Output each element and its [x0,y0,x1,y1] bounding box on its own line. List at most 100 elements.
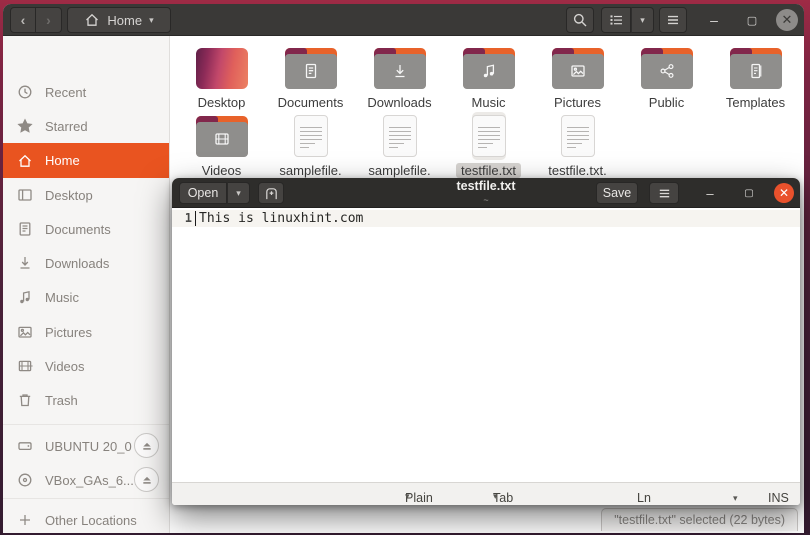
file-label: samplefile. [279,163,342,178]
close-icon: ✕ [781,12,793,27]
grid-row-2: Videos samplefile. samplefile. testfile.… [177,112,622,178]
editor-maximize-button[interactable]: ▢ [738,178,760,208]
folder-item-desktop[interactable]: Desktop [177,44,266,110]
sidebar-label: Videos [45,358,85,374]
sidebar-item-recent[interactable]: Recent [3,75,169,109]
music-glyph-icon [483,64,494,78]
folder-item-public[interactable]: Public [622,44,711,110]
view-dropdown-button[interactable]: ▾ [631,7,654,33]
sidebar-item-documents[interactable]: Documents [3,212,169,246]
file-label: Videos [201,163,242,178]
plus-icon [20,515,30,525]
file-item-samplefile-2[interactable]: samplefile. [355,112,444,178]
file-label: Documents [277,95,344,110]
eject-button[interactable] [134,433,159,458]
folder-item-downloads[interactable]: Downloads [355,44,444,110]
sidebar-item-starred[interactable]: Starred [3,109,169,143]
editor-menu-button[interactable] [649,182,679,204]
folder-icon [551,47,604,89]
music-note-icon [20,290,30,304]
folder-item-templates[interactable]: Templates [711,44,800,110]
list-view-button[interactable] [601,7,631,33]
sidebar-item-trash[interactable]: Trash [3,383,169,417]
language-caret-icon: ▾ [405,491,410,501]
folder-item-videos[interactable]: Videos [177,112,266,178]
folder-item-pictures[interactable]: Pictures [533,44,622,110]
file-label: Pictures [554,95,601,110]
share-glyph-icon [659,64,674,78]
sidebar-label: Starred [45,118,88,134]
back-button[interactable]: ‹ [10,7,36,33]
editor-text-area[interactable]: 1 This is linuxhint.com [172,208,800,482]
file-label: testfile.txt. [548,163,607,178]
trash-icon [19,394,31,407]
film-glyph-icon [214,133,229,145]
file-label: testfile.txt [456,163,521,178]
textfile-icon [382,115,417,157]
sidebar-label: Pictures [45,324,92,340]
back-icon: ‹ [20,12,26,28]
file-label: Public [648,95,685,110]
editor-minimize-button[interactable]: – [699,178,721,208]
forward-icon: › [46,12,51,28]
document-icon [19,222,31,236]
text-editor-window: Open ▾ testfile.txt ~ Save – ▢ ✕ 1 This … [172,178,800,505]
hamburger-icon [659,189,669,197]
sidebar-item-desktop[interactable]: Desktop [3,178,169,212]
file-label: Music [471,95,506,110]
file-item-testfile-selected[interactable]: testfile.txt [444,112,533,178]
open-caret-icon: ▾ [236,187,241,198]
new-tab-button[interactable] [258,182,284,204]
tab-width-label: Tab Width: 8 [493,491,514,505]
sidebar-label: Documents [45,221,111,237]
sidebar-item-drive-ubuntu[interactable]: UBUNTU 20_0 [3,429,169,463]
sidebar-item-disc-vbox[interactable]: VBox_GAs_6.... [3,463,169,497]
template-glyph-icon [750,63,761,79]
cursor-position-label: Ln 1, Col 1 [637,491,651,505]
folder-icon [195,115,248,157]
star-icon [17,118,33,133]
breadcrumb[interactable]: Home ▾ [67,7,171,33]
sidebar-label: UBUNTU 20_0 [45,438,132,454]
folder-icon [640,47,693,89]
file-item-samplefile-1[interactable]: samplefile. [266,112,355,178]
save-button[interactable]: Save [596,182,638,204]
folder-item-music[interactable]: Music [444,44,533,110]
sidebar-item-other-locations[interactable]: Other Locations [3,503,169,533]
files-menu-button[interactable] [659,7,687,33]
places-sidebar: Recent Starred Home Desktop Documents Do… [3,36,170,533]
document-glyph-icon [305,63,316,79]
folder-item-documents[interactable]: Documents [266,44,355,110]
editor-statusbar: Plain Text ▾ Tab Width: 8 ▾ Ln 1, Col 1 … [172,482,800,505]
file-item-testfile-2[interactable]: testfile.txt. [533,112,622,178]
clock-icon [18,85,32,99]
folder-icon [729,47,782,89]
eject-button[interactable] [134,467,159,492]
sidebar-item-pictures[interactable]: Pictures [3,315,169,349]
sidebar-item-downloads[interactable]: Downloads [3,246,169,280]
list-view-icon [610,15,622,25]
optical-disc-icon [18,473,32,487]
picture-icon [18,326,32,338]
minimize-icon: – [710,12,718,28]
view-options-group: ▾ [601,7,654,33]
editor-close-button[interactable]: ✕ [774,183,794,203]
line-number: 1 [184,211,192,225]
files-close-button[interactable]: ✕ [776,9,798,31]
sidebar-label: Other Locations [45,512,137,528]
breadcrumb-label: Home [107,12,143,28]
sidebar-item-music[interactable]: Music [3,280,169,314]
navigation-buttons: ‹ › [10,7,62,33]
open-label: Open [187,186,219,200]
editor-headerbar: Open ▾ testfile.txt ~ Save – ▢ ✕ [172,178,800,208]
files-maximize-button[interactable]: ▢ [738,4,766,36]
textfile-icon [560,115,595,157]
sidebar-label: Trash [45,392,78,408]
forward-button[interactable]: › [36,7,62,33]
sidebar-item-videos[interactable]: Videos [3,349,169,383]
open-dropdown-button[interactable]: ▾ [227,182,250,204]
sidebar-item-home[interactable]: Home [3,143,169,178]
files-minimize-button[interactable]: – [700,4,728,36]
search-button[interactable] [566,7,594,33]
open-button[interactable]: Open [179,182,227,204]
